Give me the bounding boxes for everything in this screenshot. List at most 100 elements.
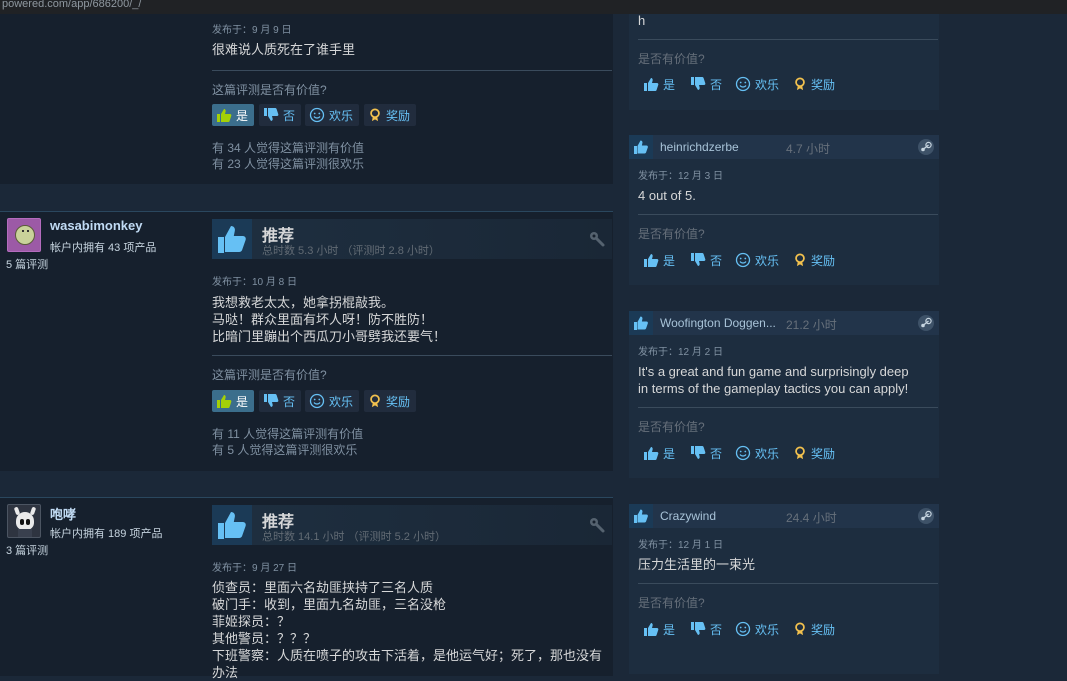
review-line: h [638,13,646,28]
vote-yes-button[interactable]: 是 [639,249,681,271]
award-button[interactable]: 奖励 [789,249,841,271]
divider [212,70,612,71]
give-award-icon[interactable] [588,230,606,248]
reviewer-review-count[interactable]: 3 篇评测 [6,542,48,558]
vote-no-button[interactable]: 否 [686,73,728,95]
vote-tally: 有 11 人觉得这篇评测有价值 有 5 人觉得这篇评测很欢乐 [212,426,363,458]
helpful-question: 这篇评测是否有价值? [212,368,327,382]
reviewer-name[interactable]: Crazywind [660,509,780,523]
thumb-down-icon [263,107,279,123]
thumb-up-icon [629,311,653,335]
recent-reviews-column: h 是否有价值? 是 否 欢乐 奖励 heinrichdzerbe 4.7 小时… [629,13,939,676]
button-label: 奖励 [811,77,836,92]
vote-yes-button[interactable]: 是 [639,618,681,640]
thumb-up-icon [216,393,232,409]
verdict-header[interactable]: 推荐 总时数 5.3 小时 （评测时 2.8 小时） [212,219,612,259]
button-label: 欢乐 [755,622,780,637]
browser-url-bar[interactable]: powered.com/app/686200/_/ [0,0,1067,14]
card-border [0,497,613,498]
recommended-thumb-icon [212,505,252,545]
vote-no-button[interactable]: 否 [259,390,302,412]
button-label: 是 [663,622,676,637]
review-text: It's a great and fun game and surprising… [638,363,909,397]
recent-review-header[interactable]: heinrichdzerbe 4.7 小时 [629,135,939,159]
reviewer-name[interactable]: Woofington Doggen... [660,316,780,330]
review-card: wasabimonkey 帐户内拥有 43 项产品 5 篇评测 推荐 总时数 5… [0,211,613,471]
recent-review-header[interactable]: Woofington Doggen... 21.2 小时 [629,311,939,335]
review-line: 办法 [212,665,239,680]
vote-funny-button[interactable]: 欢乐 [731,442,785,464]
give-award-icon[interactable] [588,516,606,534]
avatar[interactable] [7,504,41,538]
reviewer-name[interactable]: 咆哮 [50,504,76,523]
award-button[interactable]: 奖励 [364,104,417,126]
thumb-up-icon [216,107,232,123]
vote-no-button[interactable]: 否 [686,249,728,271]
vote-funny-button[interactable]: 欢乐 [731,249,785,271]
award-button[interactable]: 奖励 [789,618,841,640]
thumb-up-icon [643,445,659,461]
avatar-head [16,512,34,530]
posted-date: 发布于：12 月 1 日 [638,540,724,551]
vote-yes-button[interactable]: 是 [639,73,681,95]
review-text: 侦查员：里面六名劫匪挟持了三名人质 破门手：收到，里面九名劫匪，三名没枪 菲姬探… [212,579,602,681]
avatar-eye [22,230,24,232]
review-line: 其他警员：？？？ [212,631,317,646]
vote-yes-button[interactable]: 是 [212,390,255,412]
smile-icon [735,621,751,637]
vote-yes-button[interactable]: 是 [639,442,681,464]
helpful-count: 有 34 人觉得这篇评测有价值 [212,141,365,155]
button-label: 欢乐 [329,394,354,409]
reviewer-name[interactable]: heinrichdzerbe [660,140,780,154]
steam-icon [917,507,935,525]
award-icon [793,252,807,268]
thumb-up-icon [629,504,653,528]
vote-funny-button[interactable]: 欢乐 [305,390,360,412]
vote-funny-button[interactable]: 欢乐 [731,618,785,640]
reviewer-name[interactable]: wasabimonkey [50,218,143,233]
award-button[interactable]: 奖励 [789,442,841,464]
verdict-header[interactable]: 推荐 总时数 14.1 小时 （评测时 5.2 小时） [212,505,612,545]
playtime: 24.4 小时 [786,511,837,525]
button-label: 奖励 [386,394,411,409]
avatar-face [15,225,35,245]
vote-yes-button[interactable]: 是 [212,104,255,126]
smile-icon [735,76,751,92]
award-icon [793,621,807,637]
url-text: powered.com/app/686200/_/ [2,0,142,10]
smile-icon [309,107,325,123]
smile-icon [309,393,325,409]
award-button[interactable]: 奖励 [789,73,841,95]
recommended-thumb-icon [212,219,252,259]
award-button[interactable]: 奖励 [364,390,417,412]
review-text: 4 out of 5. [638,187,696,204]
review-line: 很难说人质死在了谁手里 [212,42,356,57]
vote-funny-button[interactable]: 欢乐 [305,104,360,126]
button-label: 是 [663,77,676,92]
reviewer-review-count[interactable]: 5 篇评测 [6,256,48,272]
button-label: 奖励 [811,253,836,268]
recent-review-header[interactable]: Crazywind 24.4 小时 [629,504,939,528]
button-label: 否 [710,77,723,92]
reviewer-products[interactable]: 帐户内拥有 189 项产品 [50,525,162,541]
vote-no-button[interactable]: 否 [259,104,302,126]
vote-no-button[interactable]: 否 [686,442,728,464]
recent-review-card: h 是否有价值? 是 否 欢乐 奖励 [629,13,939,110]
vote-funny-button[interactable]: 欢乐 [731,73,785,95]
divider [638,39,938,40]
review-line: 破门手：收到，里面九名劫匪，三名没枪 [212,597,447,612]
helpful-count: 有 11 人觉得这篇评测有价值 [212,427,364,441]
recent-review-card: Crazywind 24.4 小时 发布于：12 月 1 日 压力生活里的一束光… [629,504,939,674]
thumb-down-icon [690,252,706,268]
avatar[interactable] [7,218,41,252]
button-label: 奖励 [811,622,836,637]
playtime: 总时数 5.3 小时 （评测时 2.8 小时） [262,245,440,257]
recent-review-card: heinrichdzerbe 4.7 小时 发布于：12 月 3 日 4 out… [629,135,939,285]
smile-icon [735,445,751,461]
reviewer-products[interactable]: 帐户内拥有 43 项产品 [50,239,156,255]
vote-no-button[interactable]: 否 [686,618,728,640]
review-line: It's a great and fun game and surprising… [638,364,909,379]
award-icon [368,393,382,409]
button-label: 奖励 [811,446,836,461]
button-label: 否 [710,253,723,268]
